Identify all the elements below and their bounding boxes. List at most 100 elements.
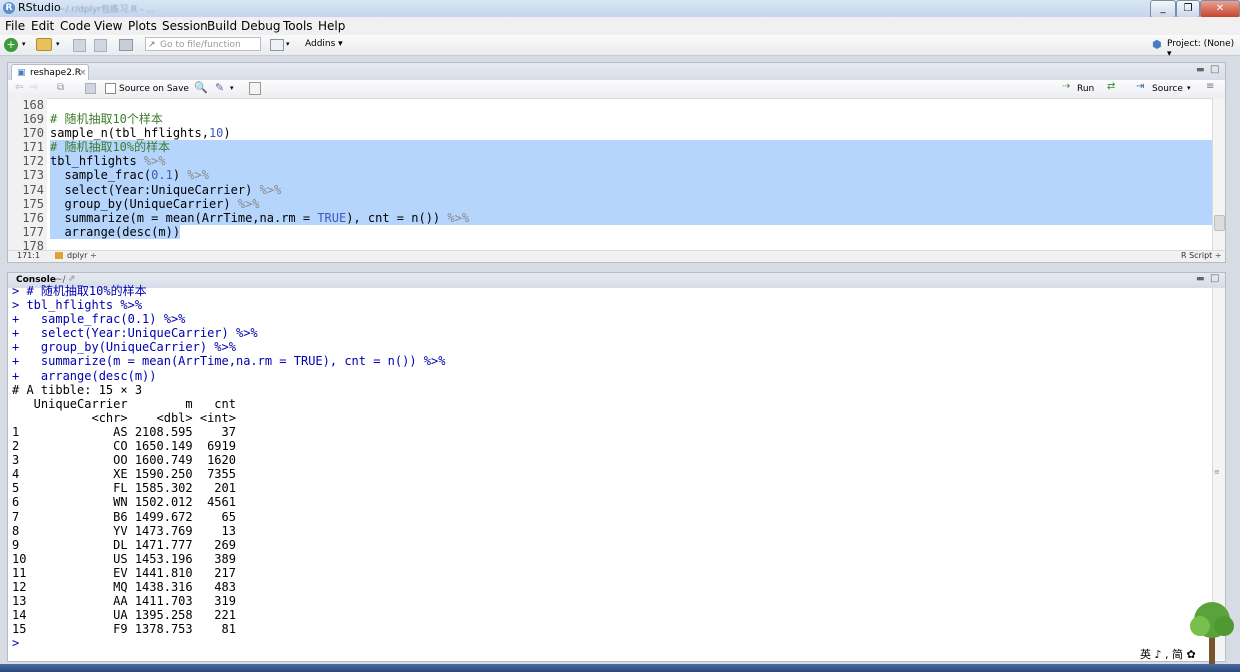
window-title: RStudio (18, 1, 61, 14)
save-icon[interactable] (73, 39, 86, 52)
minimize-button[interactable]: _ (1150, 0, 1176, 18)
editor-statusbar: 171:1 dplyr ÷ R Script ÷ (8, 250, 1225, 262)
close-tab-icon[interactable]: × (79, 65, 87, 81)
show-in-window-icon[interactable]: ⧉ (57, 82, 64, 93)
menu-session[interactable]: Session (162, 19, 208, 33)
arrow-right-icon: ↗ (148, 40, 156, 50)
line-number: 173 (22, 168, 44, 183)
code-token: # 随机抽取10%的样本 (50, 140, 171, 155)
menu-build[interactable]: Build (207, 19, 237, 33)
goto-file-input[interactable]: ↗ Go to file/function (145, 37, 261, 51)
compile-report-icon[interactable] (249, 82, 261, 95)
menu-file[interactable]: File (5, 19, 25, 33)
back-arrow-icon[interactable]: ⇦ (15, 82, 23, 93)
search-icon[interactable]: 🔍 (194, 81, 208, 94)
chevron-down-icon[interactable]: ▾ (56, 40, 70, 54)
menu-edit[interactable]: Edit (31, 19, 54, 33)
wand-icon[interactable]: ✎ (215, 81, 224, 94)
editor-scrollbar[interactable] (1212, 98, 1225, 250)
forward-arrow-icon[interactable]: ⇨ (30, 82, 38, 93)
code-line[interactable]: arrange(desc(m)) (50, 224, 1212, 239)
filetype-selector[interactable]: R Script ÷ (1181, 251, 1222, 260)
cursor-position: 171:1 (17, 251, 41, 260)
console-output-line: 11 EV 1441.810 217 (12, 565, 236, 580)
console-pane: Console ~/ ⇗ ▬ □ > # 随机抽取10%的样本 > tbl_hfl… (7, 272, 1226, 662)
line-number: 169 (22, 112, 44, 127)
outline-icon[interactable]: ≡ (1206, 81, 1214, 92)
console-output-line: 9 DL 1471.777 269 (12, 537, 236, 552)
console-output[interactable]: > # 随机抽取10%的样本 > tbl_hflights %>% + sample… (12, 284, 1210, 660)
line-number: 171 (22, 140, 44, 155)
code-editor[interactable]: # 随机抽取10个样本 sample_n(tbl_hflights,10) # 随机… (50, 98, 1212, 250)
chevron-down-icon[interactable]: ▾ (286, 40, 300, 54)
save-icon[interactable] (85, 83, 96, 94)
r-file-icon: ▣ (17, 68, 26, 78)
goto-placeholder: Go to file/function (160, 40, 241, 50)
code-line[interactable] (50, 98, 1212, 112)
rerun-icon[interactable]: ⇄ (1107, 81, 1115, 92)
code-token: # 随机抽取10个样本 (50, 112, 163, 127)
code-line[interactable]: select(Year:UniqueCarrier) %>% (50, 182, 1212, 197)
menu-plots[interactable]: Plots (128, 19, 157, 33)
code-line[interactable]: sample_n(tbl_hflights,10) (50, 126, 1212, 140)
code-token: summarize(m = mean(ArrTime,na.rm = (50, 210, 318, 225)
code-token: %>% (143, 154, 166, 169)
console-output-line: 5 FL 1585.302 201 (12, 481, 236, 496)
tab-reshape2[interactable]: ▣ reshape2.R × (11, 64, 89, 81)
print-icon[interactable] (119, 39, 133, 51)
menu-tools[interactable]: Tools (283, 19, 313, 33)
console-output-line: 15 F9 1378.753 81 (12, 622, 236, 637)
code-token: sample_n(tbl_hflights, (50, 126, 209, 141)
scope-selector[interactable]: dplyr ÷ (67, 251, 97, 260)
console-output-line: 7 B6 1499.672 65 (12, 509, 236, 524)
console-input-line: > tbl_hflights %>% (12, 298, 143, 313)
code-line[interactable]: # 随机抽取10个样本 (50, 112, 1212, 126)
console-output-line: 1 AS 2108.595 37 (12, 424, 236, 439)
code-line[interactable]: # 随机抽取10%的样本 (50, 140, 1212, 155)
code-token: arrange(desc(m)) (50, 224, 181, 239)
scroll-grip-icon: ≡ (1214, 468, 1220, 476)
code-line[interactable]: group_by(UniqueCarrier) %>% (50, 196, 1212, 211)
rstudio-logo-icon: R (3, 2, 15, 14)
code-token: ) (172, 168, 188, 183)
code-line[interactable]: sample_frac(0.1) %>% (50, 168, 1212, 183)
chevron-down-icon[interactable]: ▾ (22, 40, 36, 54)
editor-toolbar: ⇦ ⇨ ⧉ Source on Save 🔍 ✎ ▾ ⇢ Run ⇄ ⇥ Sou… (8, 80, 1225, 99)
source-on-save-label: Source on Save (119, 84, 189, 94)
chevron-down-icon[interactable]: ▾ (230, 84, 234, 92)
source-on-save-checkbox[interactable] (105, 83, 116, 94)
new-file-icon[interactable]: + (4, 38, 18, 52)
menu-view[interactable]: View (94, 19, 122, 33)
save-all-icon[interactable] (94, 39, 107, 52)
source-button[interactable]: Source (1152, 84, 1183, 94)
grid-layout-icon[interactable] (270, 39, 284, 51)
maximize-button[interactable]: ❐ (1176, 0, 1200, 18)
chevron-down-icon[interactable]: ▾ (1187, 84, 1191, 92)
code-line[interactable]: summarize(m = mean(ArrTime,na.rm = TRUE)… (50, 210, 1212, 225)
menu-help[interactable]: Help (318, 19, 345, 33)
menu-debug[interactable]: Debug (241, 19, 280, 33)
console-prompt[interactable]: > (12, 636, 1210, 650)
code-token: tbl_hflights (50, 154, 144, 169)
code-line[interactable]: tbl_hflights %>% (50, 154, 1212, 169)
window-title-path: ~/.r/dplyr包练习.R - ... (58, 5, 155, 15)
maximize-pane-icon[interactable]: □ (1210, 273, 1219, 284)
editor-scroll-thumb[interactable] (1214, 215, 1225, 231)
close-button[interactable]: ✕ (1200, 0, 1240, 18)
code-token: 10 (208, 126, 224, 141)
minimize-pane-icon[interactable]: ▬ (1196, 65, 1205, 75)
addins-menu[interactable]: Addins ▾ (305, 39, 343, 49)
code-token: TRUE (317, 210, 347, 225)
go-to-directory-icon[interactable]: ⇗ (68, 274, 76, 284)
open-folder-icon[interactable] (36, 38, 52, 51)
project-menu[interactable]: Project: (None) ▾ (1167, 39, 1240, 59)
project-icon: ⬢ (1152, 38, 1162, 51)
maximize-pane-icon[interactable]: □ (1210, 64, 1219, 75)
tree-widget-icon (1190, 602, 1234, 664)
menu-code[interactable]: Code (60, 19, 91, 33)
console-output-line: 10 US 1453.196 389 (12, 551, 236, 566)
code-line[interactable] (50, 239, 1212, 250)
minimize-pane-icon[interactable]: ▬ (1196, 274, 1205, 284)
run-button[interactable]: Run (1077, 84, 1094, 94)
title-bar: R RStudio ~/.r/dplyr包练习.R - ... _ ❐ ✕ (0, 0, 1240, 18)
